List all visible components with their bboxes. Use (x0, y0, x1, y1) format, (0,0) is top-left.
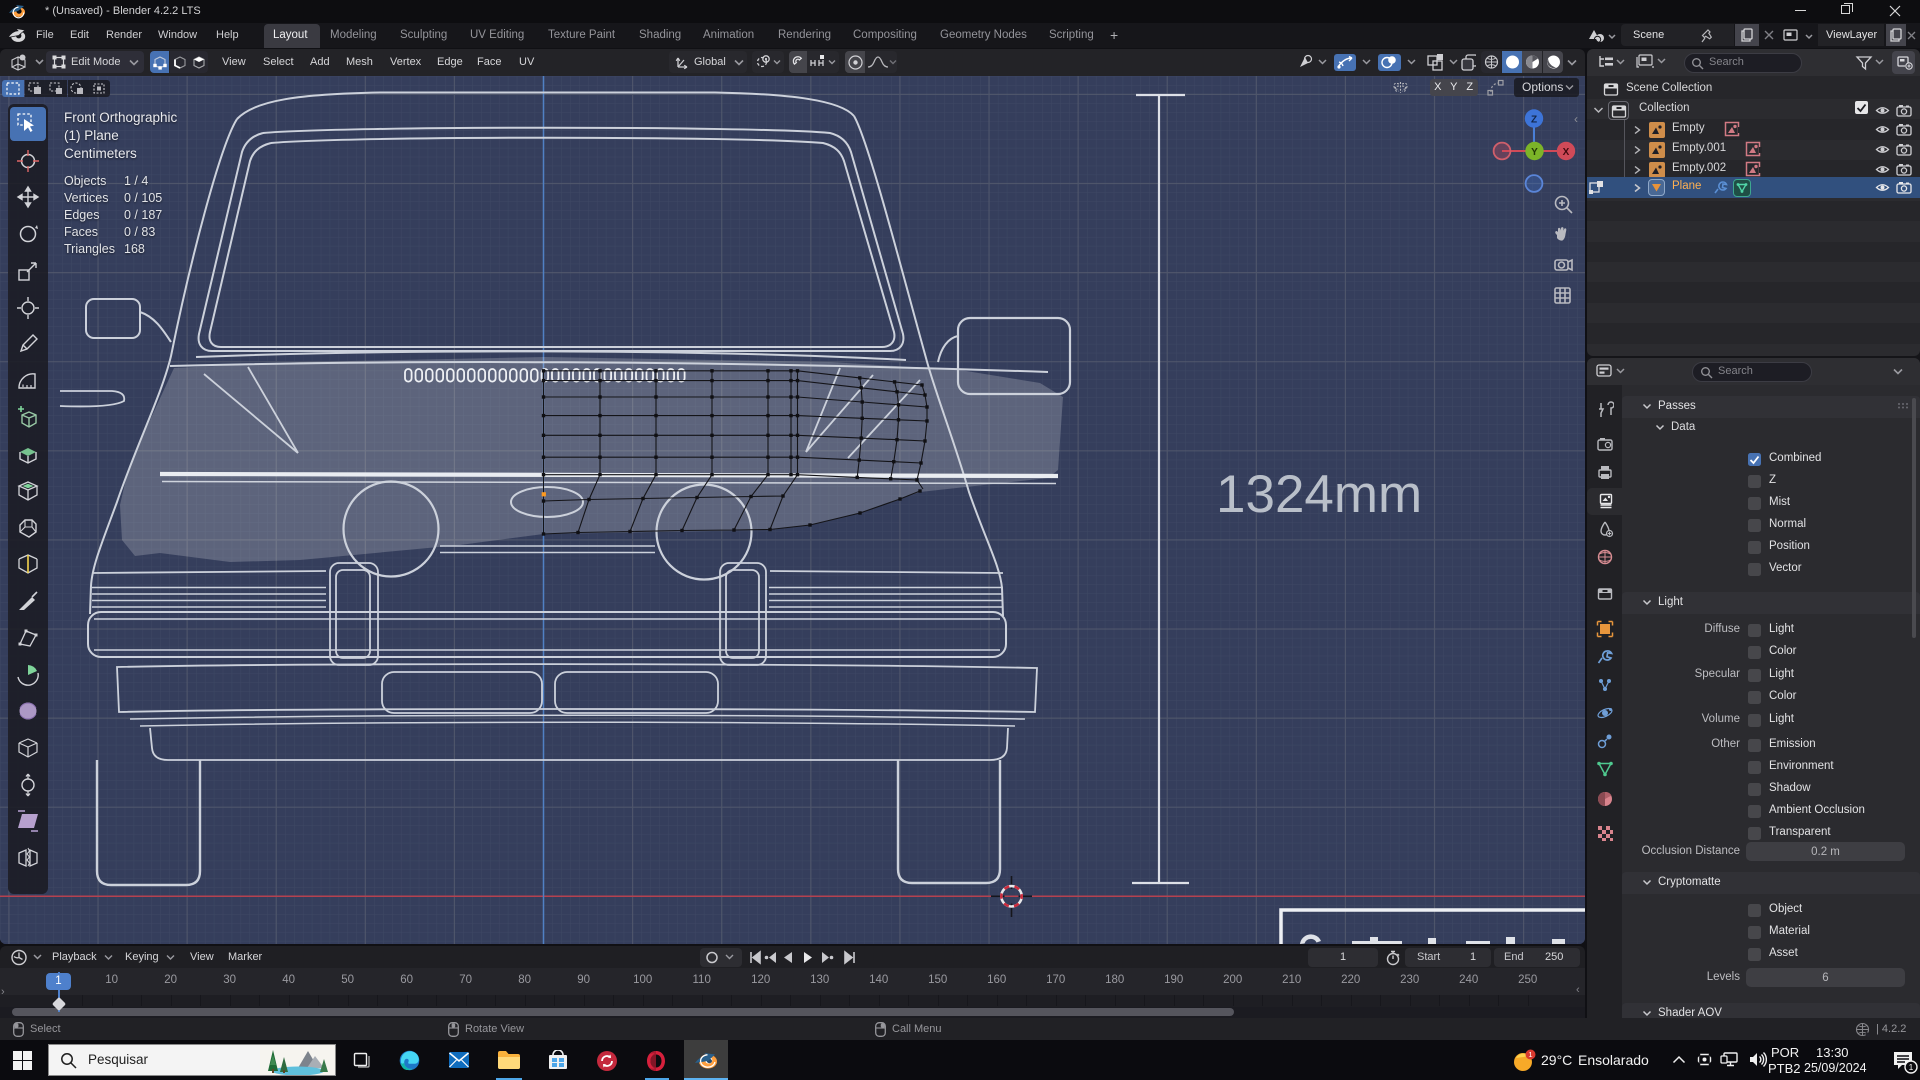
svg-text:1: 1 (1909, 1062, 1914, 1072)
svg-text:1: 1 (1528, 1050, 1532, 1059)
svg-text:Z: Z (1531, 115, 1537, 126)
svg-text:Y: Y (1531, 147, 1538, 158)
svg-text:X: X (1563, 147, 1570, 158)
svg-text:1324mm: 1324mm (1216, 465, 1422, 524)
